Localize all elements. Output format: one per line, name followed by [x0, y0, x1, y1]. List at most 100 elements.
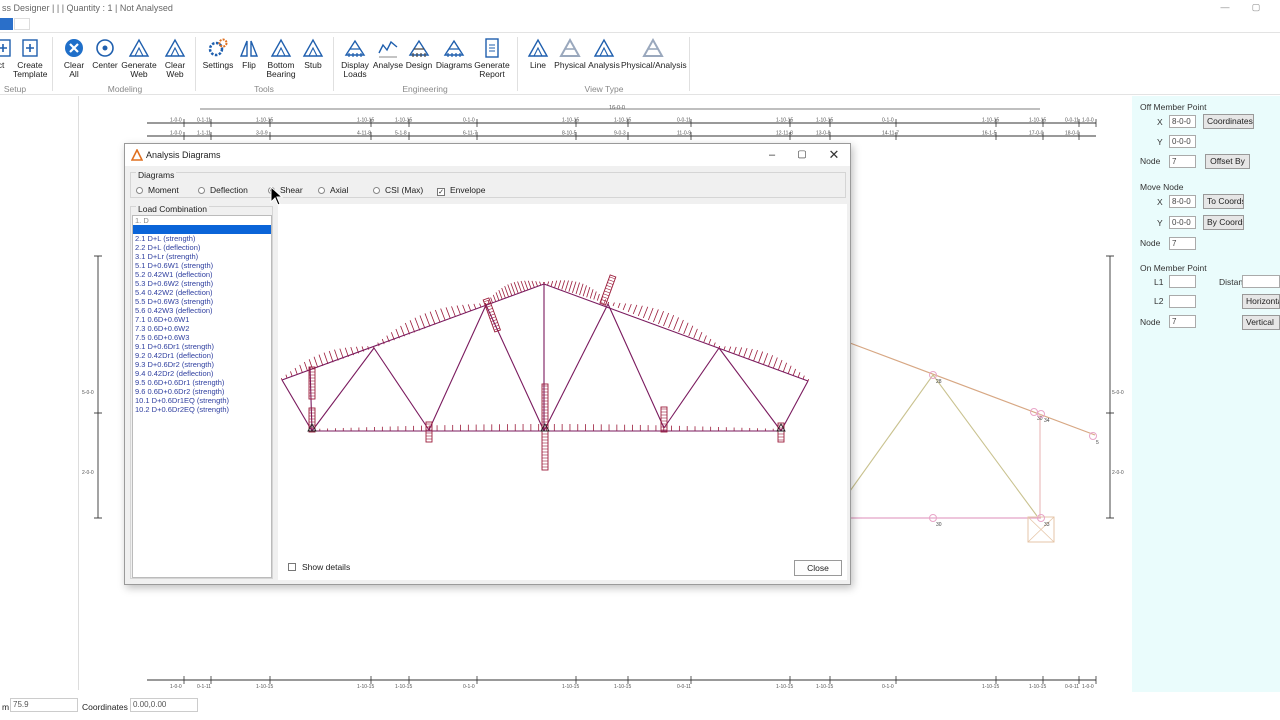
load-combination-item[interactable]: 9.1 D+0.6Dr1 (strength)	[133, 342, 271, 351]
load-combination-item[interactable]: 10.2 D+0.6Dr2EQ (strength)	[133, 405, 271, 414]
show-details-checkbox[interactable]: Show details	[288, 562, 350, 572]
load-combination-item[interactable]: 9.6 0.6D+0.6Dr2 (strength)	[133, 387, 271, 396]
radio-dot	[136, 187, 143, 194]
ribbon-button-stub[interactable]: Stub	[301, 37, 325, 70]
load-combination-item[interactable]: 1. D	[133, 216, 271, 225]
ribbon-button-diagrams[interactable]: Diagrams	[435, 37, 473, 70]
load-combination-item[interactable]: 7.5 0.6D+0.6W3	[133, 333, 271, 342]
load-combination-item[interactable]: 9.2 0.42Dr1 (deflection)	[133, 351, 271, 360]
window-titlebar: ss Designer | | | Quantity : 1 | Not Ana…	[0, 0, 1280, 16]
by-coords-button[interactable]: By Coords	[1203, 215, 1244, 230]
ribbon-button-template[interactable]: Create Template	[13, 37, 48, 79]
physical-analysis-view-icon	[642, 37, 664, 57]
load-combination-item[interactable]: 7.1 0.6D+0.6W1	[133, 315, 271, 324]
generate-web-icon	[128, 38, 150, 57]
coordinates-input[interactable]: 0.00,0.00	[130, 698, 198, 712]
truss-member	[373, 347, 430, 431]
load-combination-list[interactable]: 1. D 2.1 D+L (strength) 2.2 D+L (deflectio…	[132, 215, 272, 578]
ribbon-button-center[interactable]: Center	[91, 37, 119, 70]
shear-hatch	[582, 285, 587, 297]
off-member-x-input[interactable]: 8-0-0	[1169, 115, 1196, 128]
ribbon-button-flip[interactable]: Flip	[238, 37, 260, 70]
ruler-tick-label: 1-10-15	[256, 118, 273, 124]
ribbon-button-display-loads[interactable]: Display Loads	[339, 37, 371, 79]
shear-block	[599, 274, 617, 306]
ruler-side-label: 5-0-0	[1112, 390, 1124, 396]
dialog-maximize-icon[interactable]: ▢	[792, 147, 812, 163]
maximize-button[interactable]: ▢	[1248, 2, 1264, 14]
line-view-icon	[527, 38, 549, 57]
ribbon-button-line-view[interactable]: Line	[527, 37, 549, 70]
load-combination-item[interactable]: 5.1 D+0.6W1 (strength)	[133, 261, 271, 270]
tab-active[interactable]	[0, 18, 13, 30]
to-coords-button[interactable]: To Coords	[1203, 194, 1244, 209]
envelope-checkbox[interactable]: ✓ Envelope	[437, 185, 485, 196]
ribbon-button-label: Diagrams	[435, 60, 473, 70]
ribbon-button-bottom-bearing[interactable]: Bottom Bearing	[265, 37, 297, 79]
load-combination-item[interactable]: 2.1 D+L (strength)	[133, 234, 271, 243]
zoom-input[interactable]: 75.9	[10, 698, 78, 712]
ribbon-button-generate-web[interactable]: Generate Web	[121, 37, 157, 79]
shear-block-line	[604, 290, 611, 294]
on-member-l1-input[interactable]	[1169, 275, 1196, 288]
load-combination-item[interactable]: 2.2 D+L (deflection)	[133, 243, 271, 252]
ribbon-separator	[689, 37, 690, 91]
ribbon-button-clear-all[interactable]: Clear All	[61, 37, 87, 79]
dialog-close-icon[interactable]: ✕	[824, 147, 844, 163]
load-combination-item[interactable]: 5.4 0.42W2 (deflection)	[133, 288, 271, 297]
axial-radio[interactable]: Axial	[318, 185, 348, 195]
dialog-minimize-icon[interactable]: –	[762, 147, 782, 163]
select-icon	[0, 39, 11, 57]
load-combination-item[interactable]: 5.6 0.42W3 (deflection)	[133, 306, 271, 315]
ribbon-button-physical-view[interactable]: Physical	[553, 37, 587, 70]
ruler-tick-label: 11-0-9	[677, 131, 691, 137]
ribbon-button-clear-web[interactable]: Clear Web	[160, 37, 190, 79]
moment-radio[interactable]: Moment	[136, 185, 179, 195]
shear-hatch	[777, 359, 783, 371]
ribbon-button-settings[interactable]: Settings	[202, 37, 234, 70]
ribbon-button-design[interactable]: Design	[405, 37, 433, 70]
ribbon-button-analysis-view[interactable]: Analysis	[588, 37, 620, 70]
move-node-node-input[interactable]: 7	[1169, 237, 1196, 250]
ribbon-button-physical-analysis-view[interactable]: Physical/Analysis	[621, 37, 687, 70]
load-combination-item[interactable]: 9.4 0.42Dr2 (deflection)	[133, 369, 271, 378]
coordinates-button[interactable]: Coordinates	[1203, 114, 1254, 129]
load-combination-item[interactable]: 5.2 0.42W1 (deflection)	[133, 270, 271, 279]
offset-by-button[interactable]: Offset By	[1205, 154, 1250, 169]
ruler-tick-label: 1-0-0	[1082, 118, 1094, 124]
truss-member	[485, 304, 545, 432]
load-combination-item[interactable]	[133, 225, 271, 234]
csi-max-radio[interactable]: CSI (Max)	[373, 185, 423, 195]
minimize-button[interactable]: —	[1217, 2, 1233, 14]
move-node-x-input[interactable]: 8-0-0	[1169, 195, 1196, 208]
vertical-button[interactable]: Vertical	[1242, 315, 1280, 330]
load-combination-item[interactable]: 7.3 0.6D+0.6W2	[133, 324, 271, 333]
off-member-node-input[interactable]: 7	[1169, 155, 1196, 168]
shear-hatch	[663, 312, 670, 327]
load-combination-item[interactable]: 10.1 D+0.6Dr1EQ (strength)	[133, 396, 271, 405]
distance-input[interactable]	[1242, 275, 1280, 288]
tab-new[interactable]	[14, 18, 30, 30]
ribbon-button-analyse[interactable]: Analyse	[372, 37, 404, 70]
load-combination-item[interactable]: 5.5 D+0.6W3 (strength)	[133, 297, 271, 306]
shear-hatch	[501, 287, 506, 299]
on-member-l2-input[interactable]	[1169, 295, 1196, 308]
on-member-node-input[interactable]: 7	[1169, 315, 1196, 328]
load-combination-item[interactable]: 5.3 D+0.6W2 (strength)	[133, 279, 271, 288]
ribbon-separator	[517, 37, 518, 91]
shear-hatch	[753, 350, 758, 361]
axial-label: Axial	[330, 185, 349, 195]
move-node-y-input[interactable]: 0-0-0	[1169, 216, 1196, 229]
node-label: 34	[1044, 418, 1050, 424]
load-combination-item[interactable]: 3.1 D+Lr (strength)	[133, 252, 271, 261]
node-label: 30	[936, 522, 942, 528]
ribbon-button-select[interactable]: ct	[0, 37, 11, 70]
load-combination-item[interactable]: 9.3 D+0.6Dr2 (strength)	[133, 360, 271, 369]
horizontal-button[interactable]: Horizonta	[1242, 294, 1280, 309]
off-member-y-input[interactable]: 0-0-0	[1169, 135, 1196, 148]
deflection-radio[interactable]: Deflection	[198, 185, 248, 195]
dialog-titlebar: Analysis Diagrams – ▢ ✕	[125, 144, 850, 166]
close-button[interactable]: Close	[794, 560, 842, 576]
load-combination-item[interactable]: 9.5 0.6D+0.6Dr1 (strength)	[133, 378, 271, 387]
ribbon-button-report[interactable]: Generate Report	[474, 37, 510, 79]
